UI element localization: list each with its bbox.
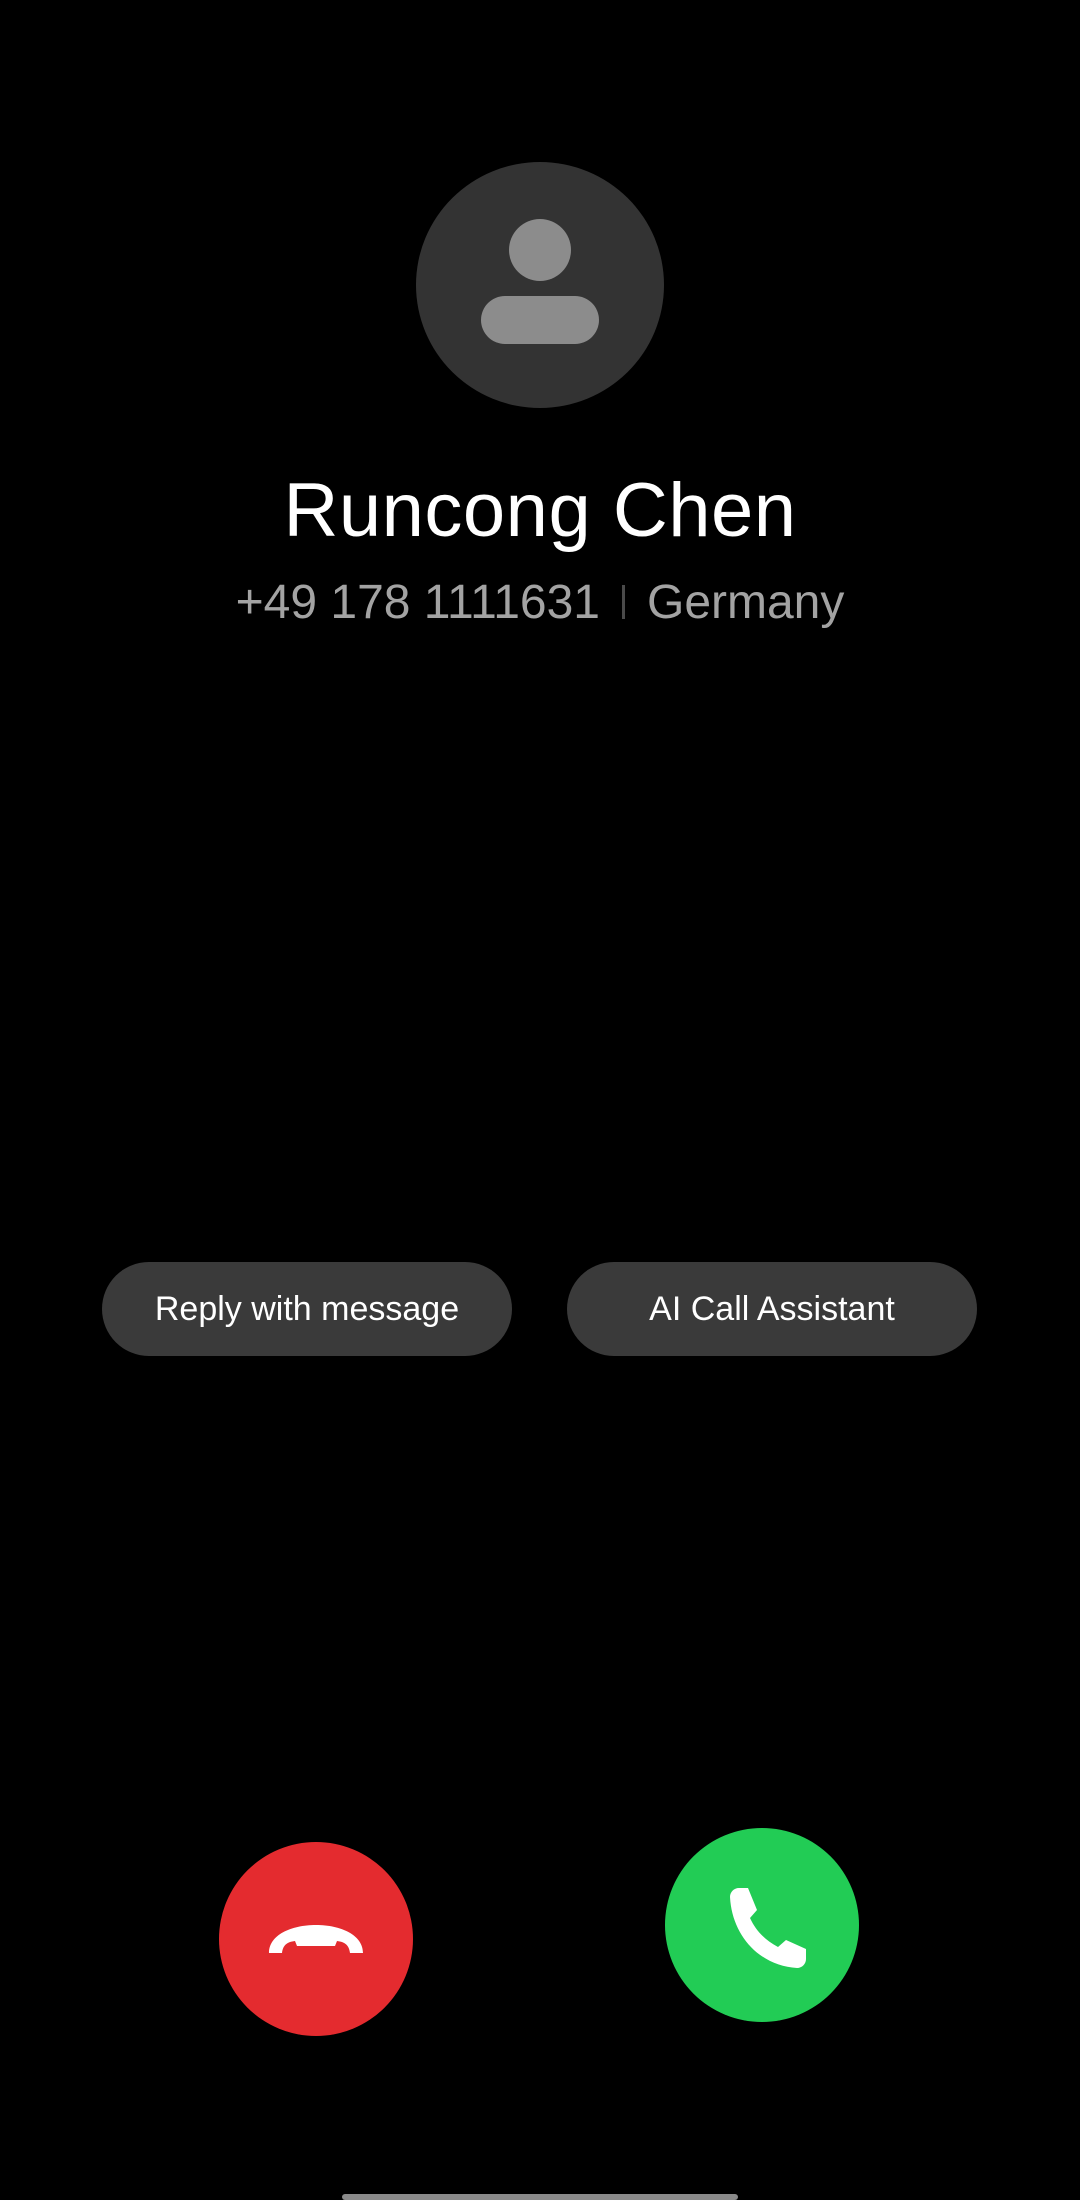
caller-number: +49 178 1111631 bbox=[235, 575, 600, 629]
reply-with-message-button[interactable]: Reply with message bbox=[102, 1262, 512, 1356]
decline-call-button[interactable] bbox=[218, 1842, 414, 2036]
home-indicator[interactable] bbox=[342, 2194, 738, 2200]
ai-call-assistant-label: AI Call Assistant bbox=[649, 1289, 895, 1328]
caller-location: Germany bbox=[646, 575, 845, 629]
reply-with-message-label: Reply with message bbox=[154, 1289, 460, 1328]
avatar bbox=[416, 162, 664, 408]
phone-icon bbox=[665, 1828, 859, 2022]
accept-call-button[interactable] bbox=[664, 1828, 860, 2022]
ai-call-assistant-button[interactable]: AI Call Assistant bbox=[567, 1262, 977, 1356]
person-icon bbox=[481, 219, 599, 344]
incoming-call-screen: Runcong Chen +49 178 1111631 Germany Rep… bbox=[0, 0, 1080, 2200]
phone-hangup-icon bbox=[219, 1842, 413, 2036]
divider bbox=[621, 585, 625, 619]
caller-details: +49 178 1111631 Germany bbox=[0, 572, 1080, 632]
caller-name: Runcong Chen bbox=[283, 468, 797, 553]
